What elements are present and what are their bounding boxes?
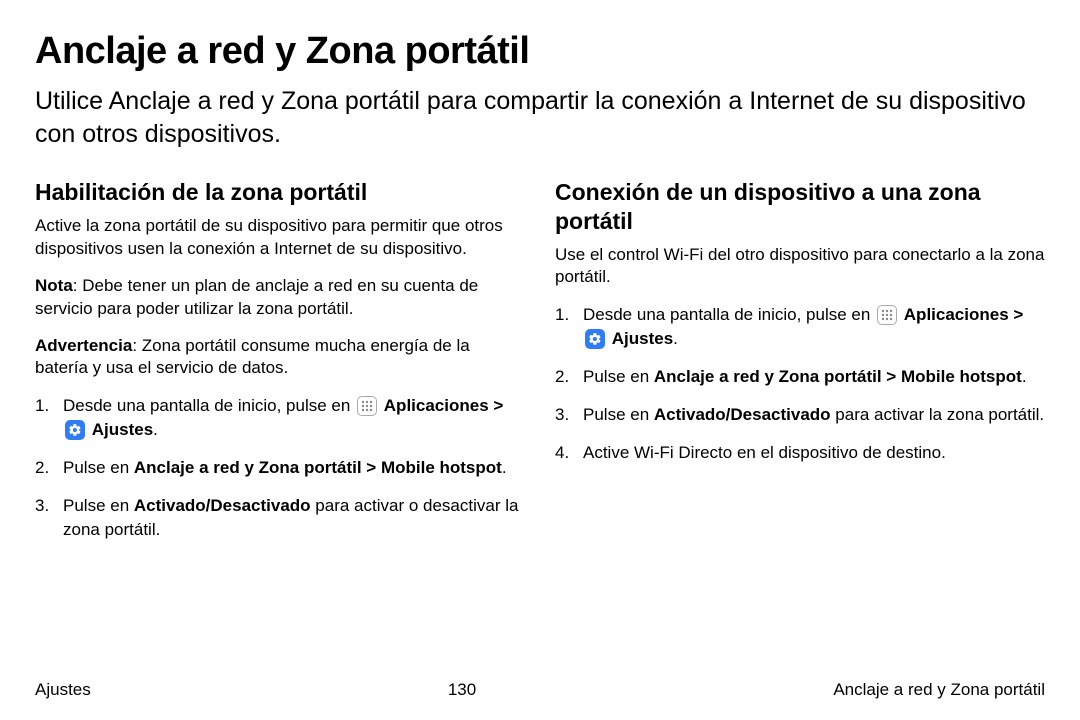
- right-step-2-end: .: [1022, 367, 1027, 386]
- intro-paragraph: Utilice Anclaje a red y Zona portátil pa…: [35, 85, 1045, 150]
- left-step-2a: Pulse en: [63, 458, 134, 477]
- left-column: Habilitación de la zona portátil Active …: [35, 178, 525, 555]
- right-step-3b: Activado/Desactivado: [654, 405, 831, 424]
- footer-page-number: 130: [448, 680, 476, 700]
- left-step-1-end: .: [153, 420, 158, 439]
- left-step-1: Desde una pantalla de inicio, pulse en A…: [35, 394, 525, 442]
- right-step-2: Pulse en Anclaje a red y Zona portátil >…: [555, 365, 1045, 389]
- right-heading: Conexión de un dispositivo a una zona po…: [555, 178, 1045, 236]
- right-step-1: Desde una pantalla de inicio, pulse en A…: [555, 303, 1045, 351]
- left-step-2-end: .: [502, 458, 507, 477]
- right-step-1a: Desde una pantalla de inicio, pulse en: [583, 305, 875, 324]
- left-heading: Habilitación de la zona portátil: [35, 178, 525, 207]
- right-step-3: Pulse en Activado/Desactivado para activ…: [555, 403, 1045, 427]
- left-step-2b: Anclaje a red y Zona portátil: [134, 458, 362, 477]
- left-step-2: Pulse en Anclaje a red y Zona portátil >…: [35, 456, 525, 480]
- footer: Ajustes 130 Anclaje a red y Zona portáti…: [35, 680, 1045, 700]
- right-step-3c: para activar la zona portátil.: [831, 405, 1045, 424]
- left-step-3a: Pulse en: [63, 496, 134, 515]
- sep: >: [1009, 305, 1024, 324]
- left-step-1a: Desde una pantalla de inicio, pulse en: [63, 396, 355, 415]
- left-step-1-apps: Aplicaciones: [384, 396, 489, 415]
- columns: Habilitación de la zona portátil Active …: [35, 178, 1045, 555]
- right-step-2c: Mobile hotspot: [901, 367, 1022, 386]
- left-steps: Desde una pantalla de inicio, pulse en A…: [35, 394, 525, 541]
- left-warning: Advertencia: Zona portátil consume mucha…: [35, 335, 525, 381]
- sep: >: [362, 458, 381, 477]
- right-steps: Desde una pantalla de inicio, pulse en A…: [555, 303, 1045, 464]
- right-column: Conexión de un dispositivo a una zona po…: [555, 178, 1045, 555]
- right-step-4: Active Wi-Fi Directo en el dispositivo d…: [555, 441, 1045, 465]
- warn-label: Advertencia: [35, 336, 132, 355]
- settings-icon: [585, 329, 605, 349]
- sep: >: [882, 367, 901, 386]
- note-label: Nota: [35, 276, 73, 295]
- right-step-4-text: Active Wi-Fi Directo en el dispositivo d…: [583, 443, 946, 462]
- settings-icon: [65, 420, 85, 440]
- left-p1: Active la zona portátil de su dispositiv…: [35, 215, 525, 261]
- left-step-2c: Mobile hotspot: [381, 458, 502, 477]
- footer-right: Anclaje a red y Zona portátil: [833, 680, 1045, 700]
- right-step-2a: Pulse en: [583, 367, 654, 386]
- left-step-3b: Activado/Desactivado: [134, 496, 311, 515]
- right-step-3a: Pulse en: [583, 405, 654, 424]
- left-step-1-settings: Ajustes: [92, 420, 153, 439]
- apps-icon: [877, 305, 897, 325]
- left-note: Nota: Debe tener un plan de anclaje a re…: [35, 275, 525, 321]
- left-step-3: Pulse en Activado/Desactivado para activ…: [35, 494, 525, 542]
- footer-left: Ajustes: [35, 680, 91, 700]
- right-p1: Use el control Wi-Fi del otro dispositiv…: [555, 244, 1045, 290]
- note-text: : Debe tener un plan de anclaje a red en…: [35, 276, 478, 318]
- right-step-1-apps: Aplicaciones: [904, 305, 1009, 324]
- page-title: Anclaje a red y Zona portátil: [35, 30, 1045, 73]
- right-step-2b: Anclaje a red y Zona portátil: [654, 367, 882, 386]
- right-step-1-settings: Ajustes: [612, 329, 673, 348]
- right-step-1-end: .: [673, 329, 678, 348]
- sep: >: [489, 396, 504, 415]
- apps-icon: [357, 396, 377, 416]
